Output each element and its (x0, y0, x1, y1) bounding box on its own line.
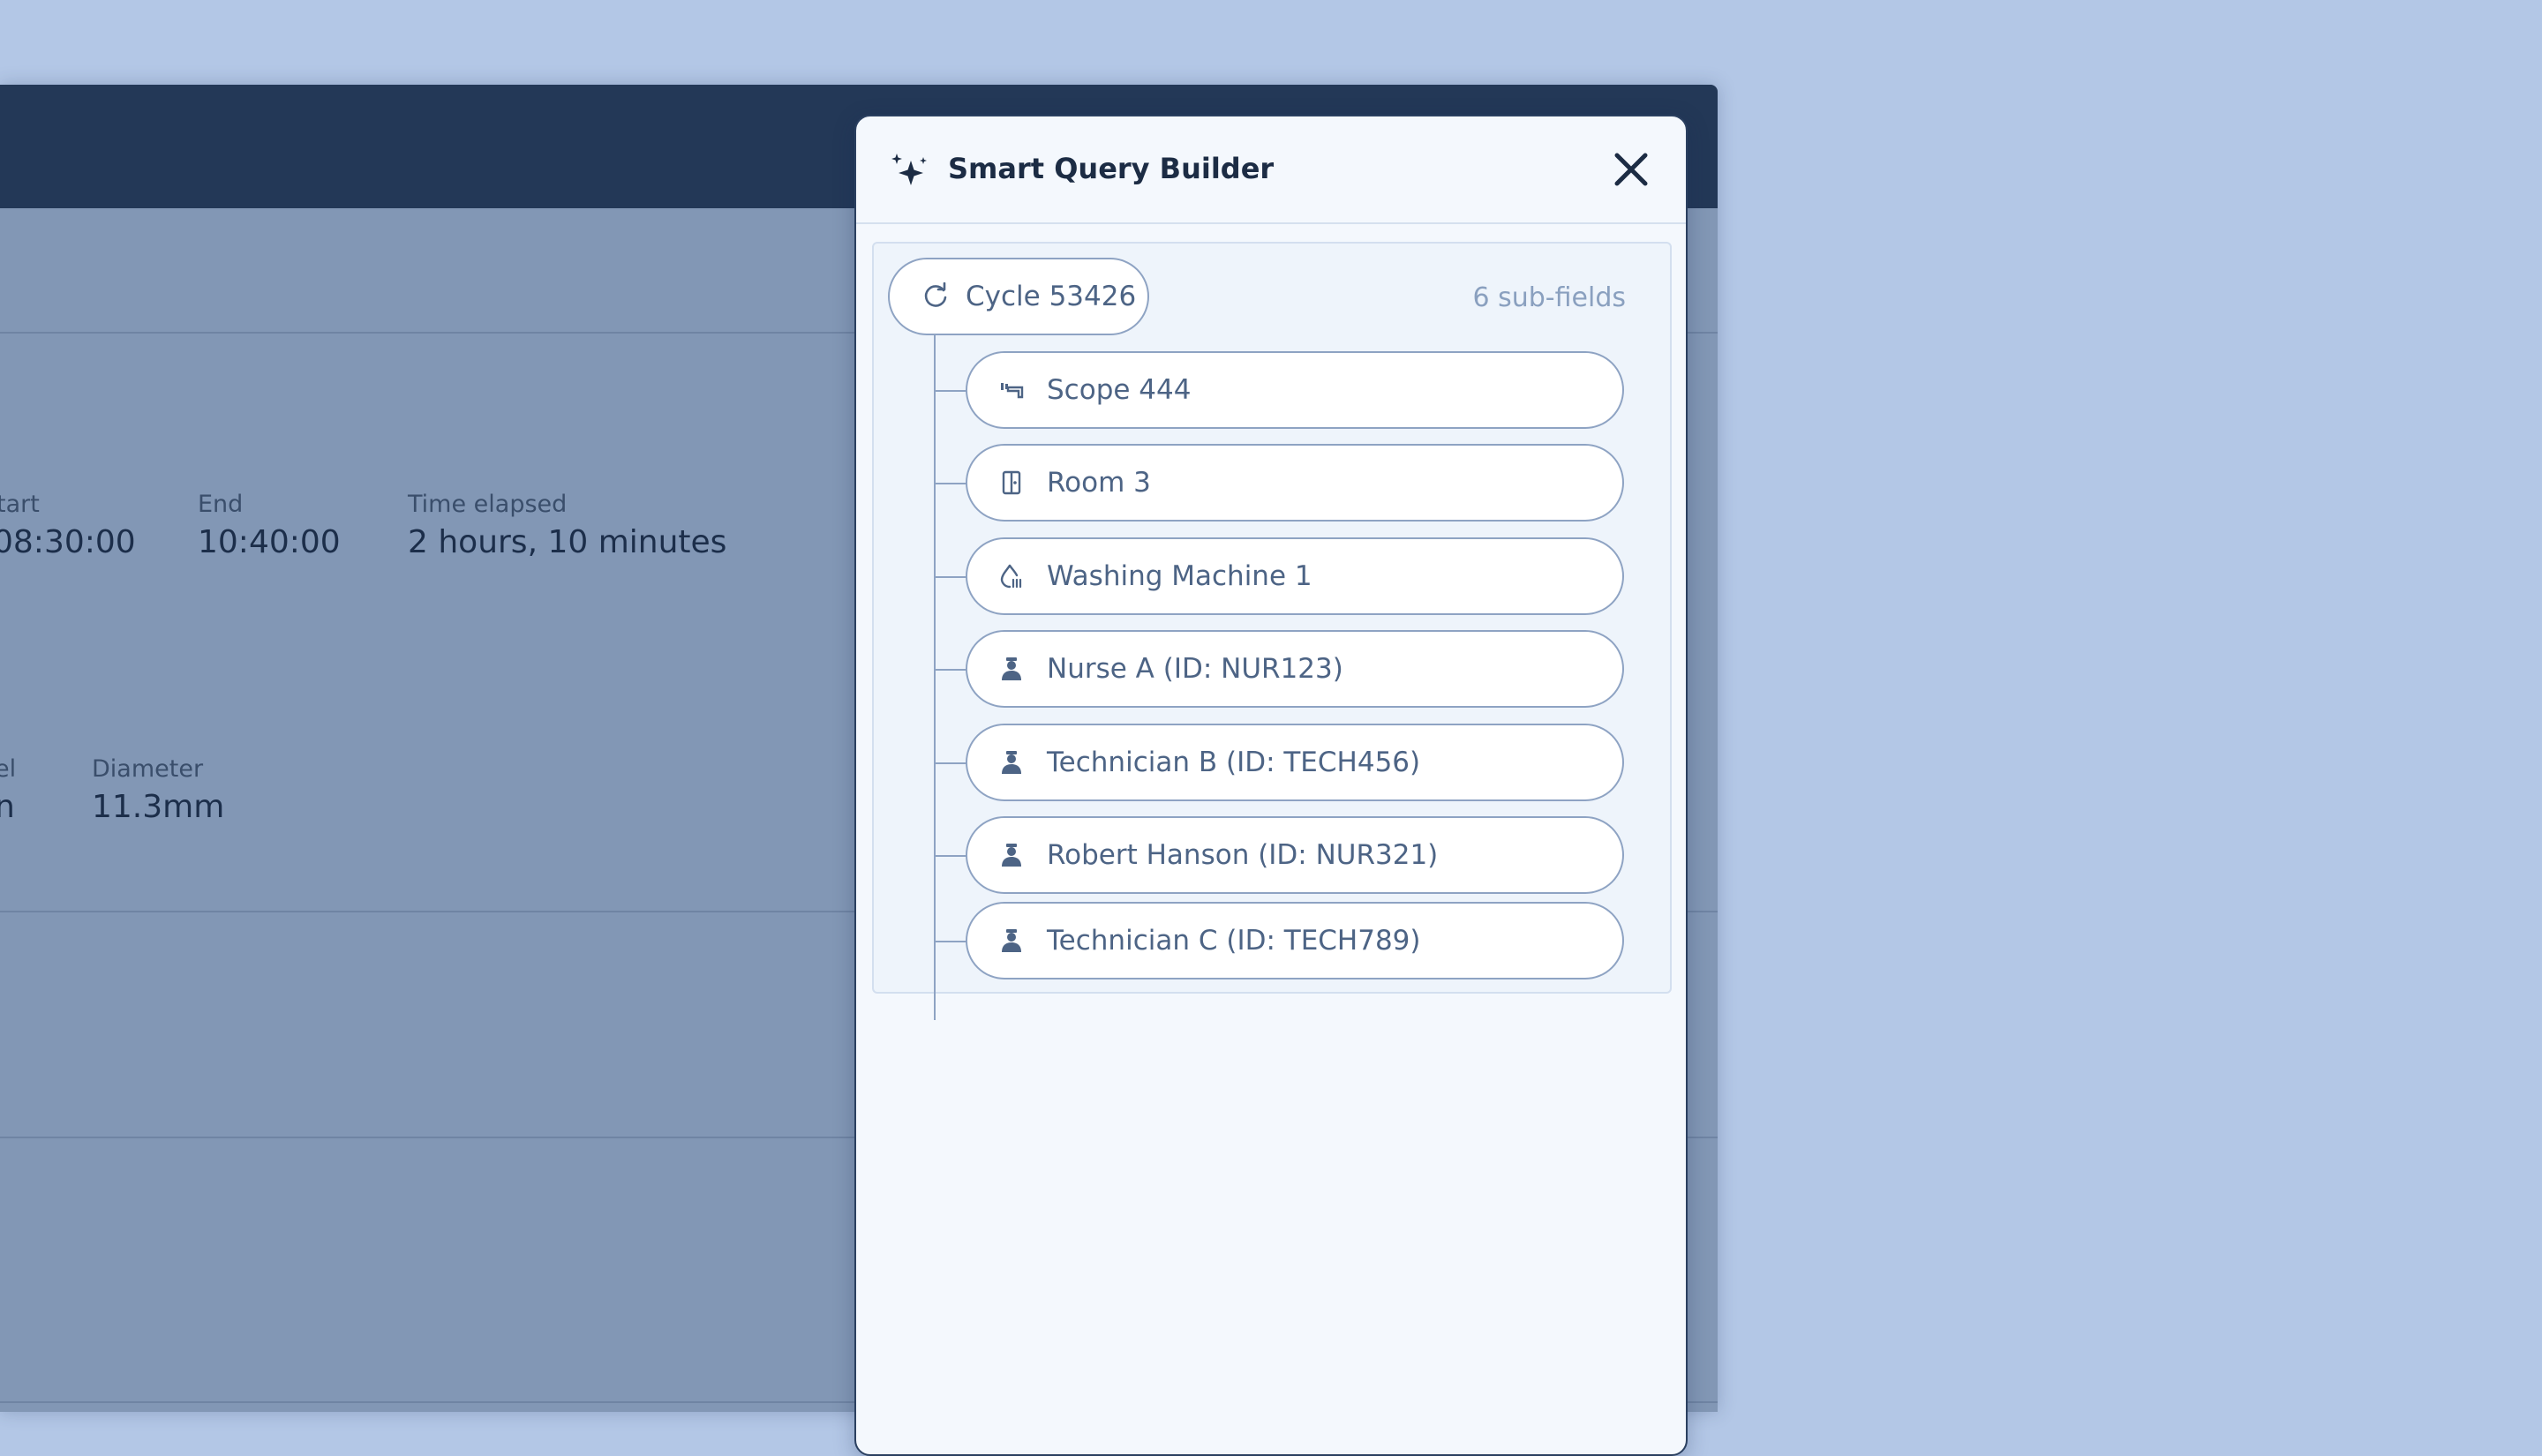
scope-label: Scope 444 (1047, 374, 1192, 406)
close-icon[interactable] (1613, 152, 1649, 187)
tree-branch (934, 576, 967, 578)
model-value: n (0, 789, 15, 825)
staff-pill[interactable]: Technician C (ID: TECH789) (966, 902, 1624, 979)
washing-machine-label: Washing Machine 1 (1047, 560, 1312, 592)
time-elapsed-value: 2 hours, 10 minutes (408, 524, 727, 560)
scope-pill[interactable]: Scope 444 (966, 351, 1624, 429)
modal-header: Smart Query Builder (856, 116, 1686, 224)
tree-branch (934, 941, 967, 942)
scope-icon (1001, 383, 1024, 399)
smart-query-builder-modal: Smart Query Builder Cycle 53426 6 sub-fi… (854, 115, 1688, 1456)
washing-machine-pill[interactable]: Washing Machine 1 (966, 537, 1624, 615)
staff-label: Robert Hanson (ID: NUR321) (1047, 839, 1439, 871)
room-label: Room 3 (1047, 467, 1151, 499)
person-icon (1002, 844, 1021, 867)
diameter-value: 11.3mm (92, 789, 225, 825)
end-value: 10:40:00 (198, 524, 341, 560)
person-icon (1002, 929, 1021, 952)
cycle-root-pill[interactable]: Cycle 53426 (888, 258, 1149, 335)
staff-pill[interactable]: Nurse A (ID: NUR123) (966, 630, 1624, 708)
sparkle-icon (891, 154, 927, 185)
washing-machine-icon (1000, 564, 1022, 589)
model-label: el (0, 755, 17, 783)
start-label: tart (0, 491, 40, 518)
staff-label: Nurse A (ID: NUR123) (1047, 653, 1343, 685)
refresh-icon (924, 282, 947, 307)
tree-branch (934, 669, 967, 671)
end-label: End (198, 491, 244, 518)
staff-label: Technician C (ID: TECH789) (1047, 925, 1421, 957)
tree-branch (934, 855, 967, 857)
cycle-label: Cycle 53426 (966, 281, 1137, 312)
staff-pill[interactable]: Robert Hanson (ID: NUR321) (966, 816, 1624, 894)
person-icon (1002, 751, 1021, 774)
sub-field-count: 6 sub-fields (1472, 282, 1627, 313)
modal-title: Smart Query Builder (948, 152, 1275, 185)
tree-branch (934, 483, 967, 484)
time-elapsed-label: Time elapsed (408, 491, 568, 518)
query-tree-panel: Cycle 53426 6 sub-fields Scope 444 Room (872, 242, 1672, 1020)
staff-label: Technician B (ID: TECH456) (1047, 747, 1421, 778)
tree-branch (934, 762, 967, 764)
person-icon (1002, 657, 1021, 680)
door-icon (1002, 470, 1021, 495)
start-value: 08:30:00 (0, 524, 136, 560)
room-pill[interactable]: Room 3 (966, 444, 1624, 522)
tree-branch (934, 390, 967, 392)
staff-pill[interactable]: Technician B (ID: TECH456) (966, 724, 1624, 801)
diameter-label: Diameter (92, 755, 204, 783)
tree-connector (934, 335, 936, 1020)
